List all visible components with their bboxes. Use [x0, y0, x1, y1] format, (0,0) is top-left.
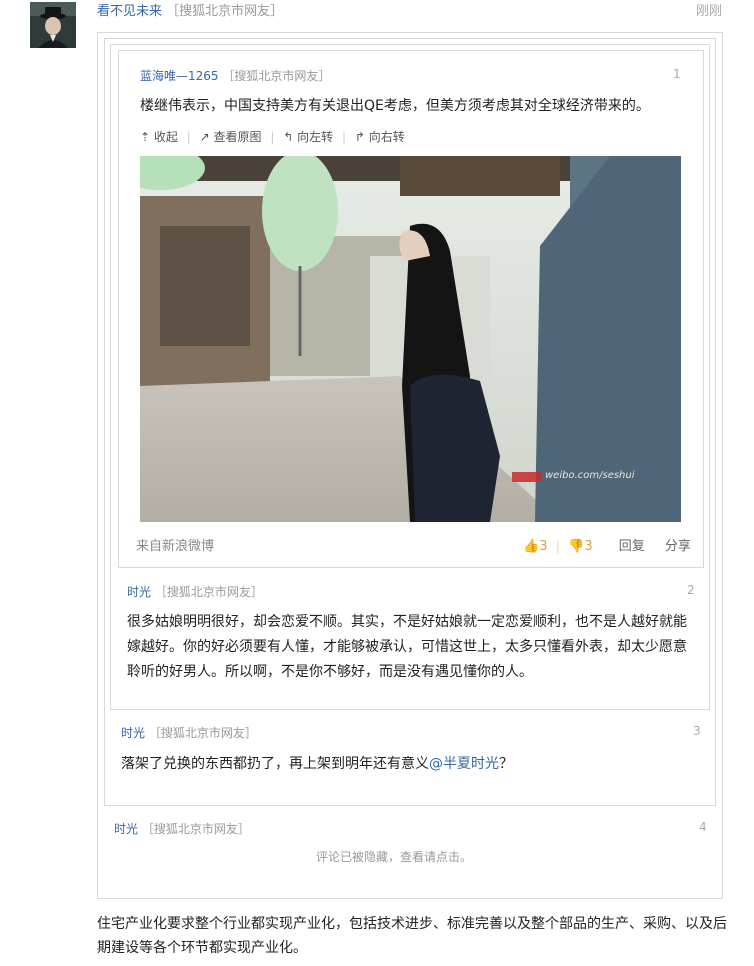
- floor4-hidden-notice[interactable]: 评论已被隐藏，查看请点击。: [316, 848, 472, 865]
- floor1-number: 1: [673, 67, 681, 81]
- rotate-left-button[interactable]: ↰ 向左转: [279, 130, 337, 144]
- rotate-left-icon: ↰: [283, 130, 294, 144]
- floor3-author[interactable]: 时光: [121, 726, 145, 740]
- floor2-source: ［搜狐北京市网友］: [154, 585, 263, 599]
- floor3-mention-link[interactable]: @半夏时光: [429, 756, 499, 772]
- floor3-header: 时光 ［搜狐北京市网友］: [121, 724, 257, 741]
- rotate-right-button[interactable]: ↱ 向右转: [351, 130, 405, 144]
- rotate-left-label: 向左转: [297, 130, 334, 144]
- reply-button[interactable]: 回复: [619, 539, 645, 554]
- dislike-count: 3: [584, 539, 593, 554]
- floor2-author[interactable]: 时光: [127, 585, 151, 599]
- floor3-source: ［搜狐北京市网友］: [148, 726, 257, 740]
- floor4-number: 4: [699, 820, 707, 834]
- floor4-author[interactable]: 时光: [114, 822, 138, 836]
- floor1-actions: 👍3 | 👎3 回复 分享: [523, 539, 691, 554]
- collapse-label: 收起: [153, 130, 178, 144]
- floor3-number: 3: [693, 724, 701, 738]
- like-button[interactable]: 👍3: [523, 539, 552, 554]
- post-author[interactable]: 看不见未来: [97, 4, 162, 19]
- post-header: 看不见未来 ［搜狐北京市网友］: [97, 0, 283, 19]
- floor4-header: 时光 ［搜狐北京市网友］: [114, 820, 250, 837]
- floor3-text-before: 落架了兑换的东西都扔了，再上架到明年还有意义: [121, 756, 429, 772]
- view-original-label: 查看原图: [213, 130, 262, 144]
- view-original-button[interactable]: ↗ 查看原图: [196, 130, 266, 144]
- share-button[interactable]: 分享: [665, 539, 691, 554]
- floor3-text-after: ？: [499, 756, 513, 772]
- floor4-source: ［搜狐北京市网友］: [141, 822, 250, 836]
- floor1-source: ［搜狐北京市网友］: [222, 69, 331, 83]
- photo-watermark: weibo.com/seshui: [545, 470, 635, 481]
- floor3-text: 落架了兑换的东西都扔了，再上架到明年还有意义@半夏时光？: [121, 752, 701, 777]
- floor1-author[interactable]: 蓝海唯—1265: [140, 69, 219, 83]
- post-main-text: 住宅产业化要求整个行业都实现产业化，包括技术进步、标准完善以及整个部品的生产、采…: [97, 916, 727, 956]
- post-time: 刚刚: [696, 4, 723, 19]
- floor1-from[interactable]: 来自新浪微博: [136, 535, 214, 554]
- floor1-header: 蓝海唯—1265 ［搜狐北京市网友］: [140, 67, 330, 84]
- floor2-header: 时光 ［搜狐北京市网友］: [127, 583, 263, 600]
- collapse-icon: ⇡: [140, 130, 151, 144]
- user-avatar[interactable]: [30, 2, 76, 48]
- expand-icon: ↗: [199, 130, 210, 144]
- floor2-number: 2: [687, 583, 695, 597]
- collapse-button[interactable]: ⇡ 收起: [140, 130, 182, 144]
- like-count: 3: [539, 539, 548, 554]
- thumbs-up-icon: 👍: [523, 539, 540, 554]
- floor1-text: 楼继伟表示，中国支持美方有关退出QE考虑，但美方须考虑其对全球经济带来的。: [140, 98, 650, 114]
- floor2-text: 很多姑娘明明很好，却会恋爱不顺。其实，不是好姑娘就一定恋爱顺利，也不是人越好就能…: [127, 614, 687, 680]
- thumbs-down-icon: 👎: [568, 539, 585, 554]
- image-toolbar: ⇡ 收起 | ↗ 查看原图 | ↰ 向左转 | ↱ 向右转: [140, 130, 405, 144]
- rotate-right-icon: ↱: [354, 130, 365, 144]
- post-photo[interactable]: weibo.com/seshui: [140, 156, 681, 522]
- post-source: ［搜狐北京市网友］: [166, 4, 284, 19]
- rotate-right-label: 向右转: [368, 130, 405, 144]
- dislike-button[interactable]: 👎3: [568, 539, 597, 554]
